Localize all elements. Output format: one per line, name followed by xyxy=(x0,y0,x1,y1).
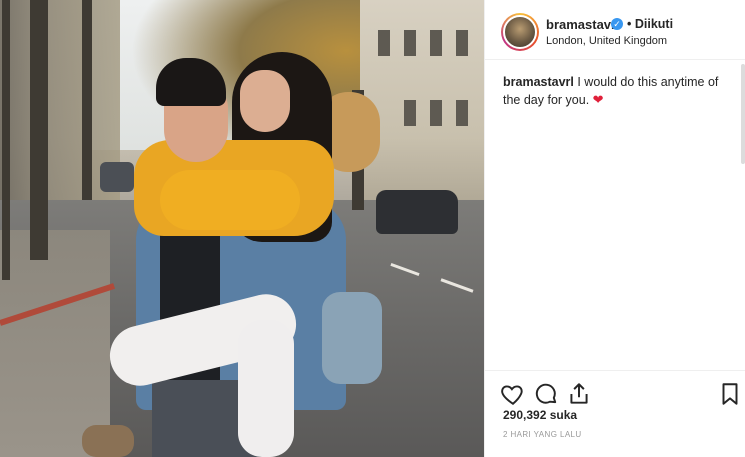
comment-bubble-icon[interactable] xyxy=(533,381,559,407)
building-window xyxy=(404,100,416,126)
location-link[interactable]: London, United Kingdom xyxy=(546,35,667,47)
post-photo[interactable] xyxy=(0,0,484,457)
photo-yellow-sleeve xyxy=(160,170,300,230)
heart-emoji: ❤ xyxy=(592,92,604,107)
bookmark-icon[interactable] xyxy=(717,381,743,407)
building-window xyxy=(456,30,468,56)
tree-trunk xyxy=(2,0,10,280)
photo-sidewalk xyxy=(0,230,110,457)
avatar-story-ring[interactable] xyxy=(501,13,539,51)
building-window xyxy=(378,30,390,56)
building-window xyxy=(430,100,442,126)
photo-face xyxy=(240,70,290,132)
share-upload-icon[interactable] xyxy=(566,381,592,407)
likes-count[interactable]: 290,392 suka xyxy=(503,408,577,422)
photo-backpack xyxy=(322,292,382,384)
verified-badge-icon: ✓ xyxy=(611,18,623,30)
caption: bramastavrl I would do this anytime of t… xyxy=(503,74,739,109)
caption-username[interactable]: bramastavrl xyxy=(503,75,574,89)
post-side-panel: bramastavrl ✓ • Diikuti London, United K… xyxy=(484,0,745,457)
action-bar xyxy=(485,370,745,410)
scrollbar[interactable] xyxy=(741,64,745,164)
tree-trunk xyxy=(82,0,92,200)
tree-trunk xyxy=(30,0,48,260)
photo-car xyxy=(100,162,134,192)
photo-legs xyxy=(238,320,294,457)
timestamp[interactable]: 2 HARI YANG LALU xyxy=(503,430,582,439)
photo-car xyxy=(376,190,458,234)
building-window xyxy=(430,30,442,56)
avatar[interactable] xyxy=(503,15,537,49)
heart-outline-icon[interactable] xyxy=(500,381,526,407)
photo-boot xyxy=(82,425,134,457)
follow-status[interactable]: • Diikuti xyxy=(627,17,673,31)
building-window xyxy=(404,30,416,56)
username-link[interactable]: bramastavrl xyxy=(546,17,620,32)
post-header: bramastavrl ✓ • Diikuti London, United K… xyxy=(485,0,745,60)
building-window xyxy=(456,100,468,126)
